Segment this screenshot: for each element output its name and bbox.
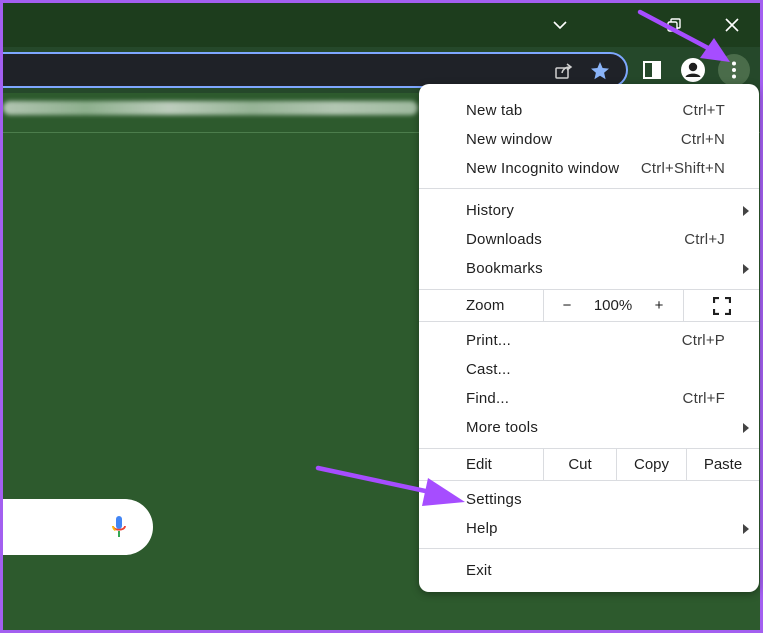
menu-item-downloads[interactable]: Downloads Ctrl+J [419, 225, 759, 254]
side-panel-button[interactable] [640, 58, 664, 82]
side-panel-icon [643, 61, 661, 79]
menu-item-label: History [466, 202, 515, 219]
menu-separator [419, 321, 759, 322]
address-bar[interactable] [3, 52, 628, 88]
tab-search-button[interactable] [540, 9, 580, 41]
menu-item-more-tools[interactable]: More tools [419, 413, 759, 442]
kebab-menu-icon [732, 61, 736, 79]
menu-item-find[interactable]: Find... Ctrl+F [419, 384, 759, 413]
profile-icon [681, 58, 705, 82]
zoom-plus-label: + [654, 297, 664, 314]
menu-item-history[interactable]: History [419, 196, 759, 225]
zoom-label: Zoom [466, 297, 505, 314]
menu-item-label: Bookmarks [466, 260, 543, 277]
menu-item-label: New tab [466, 102, 523, 119]
bookmark-star-button[interactable] [588, 59, 612, 83]
restore-icon [667, 18, 681, 32]
paste-button[interactable]: Paste [687, 449, 759, 480]
menu-item-exit[interactable]: Exit [419, 556, 759, 585]
menu-item-new-tab[interactable]: New tab Ctrl+T [419, 96, 759, 125]
title-bar [3, 3, 760, 47]
menu-item-label: New Incognito window [466, 160, 620, 177]
google-search-box[interactable] [3, 499, 153, 555]
chevron-down-icon [553, 21, 567, 30]
zoom-row: Zoom − 100% + [419, 290, 759, 321]
voice-search-button[interactable] [107, 515, 131, 539]
blurred-bookmarks [3, 101, 418, 115]
restore-button[interactable] [654, 9, 694, 41]
chrome-menu-button[interactable] [718, 54, 750, 86]
menu-separator [419, 480, 759, 481]
close-button[interactable] [712, 9, 752, 41]
zoom-minus-label: − [562, 297, 572, 314]
menu-item-shortcut: Ctrl+N [680, 131, 725, 148]
menu-item-label: Help [466, 520, 498, 537]
menu-item-settings[interactable]: Settings [419, 485, 759, 514]
microphone-icon [112, 516, 126, 537]
star-icon [591, 62, 609, 80]
menu-item-print[interactable]: Print... Ctrl+P [419, 326, 759, 355]
copy-label: Copy [633, 456, 670, 473]
share-icon [555, 63, 573, 79]
menu-item-shortcut: Ctrl+Shift+N [640, 160, 725, 177]
menu-item-shortcut: Ctrl+P [681, 332, 725, 349]
cut-button[interactable]: Cut [544, 449, 616, 480]
zoom-in-button[interactable]: + [636, 290, 682, 321]
share-button[interactable] [552, 60, 576, 82]
edit-label: Edit [466, 456, 492, 473]
menu-item-label: Exit [466, 562, 492, 579]
submenu-arrow-icon [743, 523, 749, 534]
menu-item-cast[interactable]: Cast... [419, 355, 759, 384]
menu-item-shortcut: Ctrl+J [684, 231, 725, 248]
menu-item-new-incognito-window[interactable]: New Incognito window Ctrl+Shift+N [419, 154, 759, 183]
submenu-arrow-icon [743, 422, 749, 433]
menu-item-help[interactable]: Help [419, 514, 759, 543]
menu-item-label: Cast... [466, 361, 511, 378]
close-icon [725, 18, 739, 32]
zoom-value: 100% [590, 290, 636, 321]
submenu-arrow-icon [743, 205, 749, 216]
submenu-arrow-icon [743, 263, 749, 274]
profile-button[interactable] [679, 56, 707, 84]
fullscreen-icon [712, 296, 731, 315]
menu-item-label: Print... [466, 332, 511, 349]
menu-item-label: Find... [466, 390, 510, 407]
menu-item-shortcut: Ctrl+F [682, 390, 725, 407]
menu-separator [419, 548, 759, 549]
menu-item-shortcut: Ctrl+T [682, 102, 725, 119]
menu-item-label: Settings [466, 491, 522, 508]
menu-item-label: New window [466, 131, 553, 148]
chrome-menu: New tab Ctrl+T New window Ctrl+N New Inc… [419, 84, 759, 592]
menu-separator [419, 188, 759, 189]
menu-item-bookmarks[interactable]: Bookmarks [419, 254, 759, 283]
menu-item-new-window[interactable]: New window Ctrl+N [419, 125, 759, 154]
fullscreen-button[interactable] [684, 290, 759, 321]
edit-row: Edit Cut Copy Paste [419, 449, 759, 480]
copy-button[interactable]: Copy [617, 449, 686, 480]
menu-item-label: Downloads [466, 231, 543, 248]
zoom-level: 100% [593, 297, 633, 314]
menu-item-label: More tools [466, 419, 539, 436]
cut-label: Cut [568, 456, 592, 473]
paste-label: Paste [703, 456, 743, 473]
zoom-out-button[interactable]: − [544, 290, 590, 321]
